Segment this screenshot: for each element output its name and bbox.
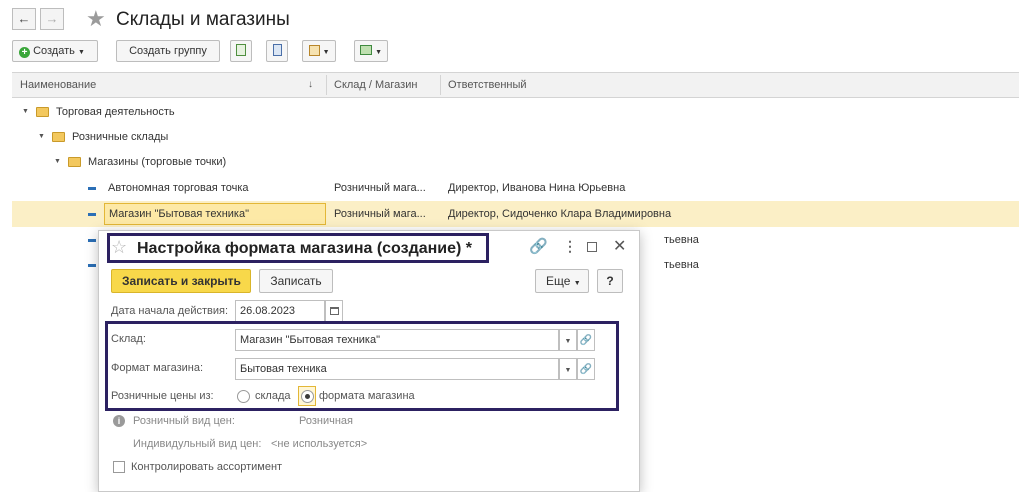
warehouse-label: Склад: bbox=[111, 333, 146, 345]
radio-store-format-label[interactable]: формата магазина bbox=[319, 386, 415, 406]
table-row[interactable]: ▼ Розничные склады bbox=[12, 124, 1019, 150]
maximize-icon[interactable] bbox=[587, 242, 597, 252]
document-list-icon bbox=[272, 44, 282, 56]
expand-triangle-icon[interactable]: ▼ bbox=[22, 99, 29, 125]
copy-button[interactable] bbox=[230, 40, 252, 62]
store-format-label: Формат магазина: bbox=[111, 362, 204, 374]
store-format-field[interactable]: Бытовая техника bbox=[235, 358, 559, 380]
control-assortment-checkbox[interactable] bbox=[113, 461, 125, 473]
folder-icon bbox=[36, 107, 49, 117]
page-title: Склады и магазины bbox=[116, 9, 290, 30]
related-docs-button[interactable]: ▼ bbox=[354, 40, 388, 62]
chevron-down-icon: ▼ bbox=[322, 49, 330, 56]
row-name: Торговая деятельность bbox=[56, 106, 175, 118]
radio-warehouse-label[interactable]: склада bbox=[255, 386, 291, 406]
warehouse-open-button[interactable]: 🔗 bbox=[577, 329, 595, 351]
store-format-dialog: ☆ Настройка формата магазина (создание) … bbox=[98, 230, 640, 492]
open-link-icon: 🔗 bbox=[579, 335, 593, 346]
print-icon bbox=[308, 45, 320, 56]
column-header-warehouse[interactable]: Склад / Магазин bbox=[334, 73, 417, 97]
store-format-dropdown-button[interactable]: ▼ bbox=[559, 358, 577, 380]
save-and-close-button[interactable]: Записать и закрыть bbox=[111, 269, 251, 293]
sort-down-icon[interactable]: ↓ bbox=[308, 73, 313, 97]
chevron-down-icon: ▼ bbox=[573, 280, 581, 287]
row-name: Магазин "Бытовая техника" bbox=[104, 203, 326, 225]
folder-icon bbox=[68, 157, 81, 167]
back-button[interactable]: ← bbox=[12, 8, 36, 30]
create-button[interactable]: + Создать ▼ bbox=[12, 40, 98, 62]
table-row[interactable]: ▼ Торговая деятельность bbox=[12, 99, 1019, 125]
table-row[interactable]: Автономная торговая точка Розничный мага… bbox=[12, 175, 1019, 201]
chevron-down-icon: ▼ bbox=[375, 49, 382, 56]
start-date-label: Дата начала действия: bbox=[111, 305, 229, 317]
table-header: Наименование ↓ Склад / Магазин Ответстве… bbox=[12, 72, 1019, 98]
column-header-name[interactable]: Наименование bbox=[20, 73, 96, 97]
row-name: Автономная торговая точка bbox=[108, 182, 249, 194]
radio-warehouse[interactable] bbox=[237, 390, 250, 403]
warehouse-field[interactable]: Магазин "Бытовая техника" bbox=[235, 329, 559, 351]
row-responsible: Директор, Сидоченко Клара Владимировна bbox=[448, 208, 672, 220]
list-button[interactable] bbox=[266, 40, 288, 62]
individual-price-label: Индивидульный вид цен: bbox=[133, 438, 262, 450]
folder-icon bbox=[52, 132, 65, 142]
start-date-field[interactable]: 26.08.2023 bbox=[235, 300, 325, 322]
item-icon bbox=[88, 264, 96, 267]
warehouse-dropdown-button[interactable]: ▼ bbox=[559, 329, 577, 351]
individual-price-value: <не используется> bbox=[271, 438, 368, 450]
related-documents-icon bbox=[360, 45, 372, 55]
item-icon bbox=[88, 187, 96, 190]
table-row-selected[interactable]: Магазин "Бытовая техника" Розничный мага… bbox=[12, 201, 1019, 227]
create-button-label: Создать bbox=[33, 45, 75, 57]
create-group-button-label: Создать группу bbox=[129, 45, 207, 57]
row-responsible: тьевна bbox=[664, 234, 699, 246]
info-icon: i bbox=[113, 415, 125, 427]
price-type-label: Розничный вид цен: bbox=[133, 415, 235, 427]
create-group-button[interactable]: Создать группу bbox=[116, 40, 220, 62]
close-icon[interactable]: ✕ bbox=[613, 236, 626, 256]
forward-button[interactable]: → bbox=[40, 8, 64, 30]
control-assortment-label[interactable]: Контролировать ассортимент bbox=[131, 457, 282, 477]
favorite-star-icon[interactable]: ★ bbox=[86, 8, 106, 30]
row-warehouse: Розничный мага... bbox=[334, 208, 426, 220]
add-icon: + bbox=[19, 47, 30, 58]
row-name: Магазины (торговые точки) bbox=[88, 156, 227, 168]
store-format-open-button[interactable]: 🔗 bbox=[577, 358, 595, 380]
more-label: Еще bbox=[546, 274, 571, 288]
row-responsible: тьевна bbox=[664, 259, 699, 271]
print-menu-button[interactable]: ▼ bbox=[302, 40, 336, 62]
title-highlight-frame bbox=[107, 233, 489, 263]
row-warehouse: Розничный мага... bbox=[334, 182, 426, 194]
chevron-down-icon: ▼ bbox=[564, 367, 572, 374]
chevron-down-icon: ▼ bbox=[77, 49, 85, 56]
table-row[interactable]: ▼ Магазины (торговые точки) bbox=[12, 149, 1019, 175]
more-menu-button[interactable]: Еще ▼ bbox=[535, 269, 589, 293]
calendar-button[interactable] bbox=[325, 300, 343, 322]
retail-prices-from-label: Розничные цены из: bbox=[111, 390, 214, 402]
row-responsible: Директор, Иванова Нина Юрьевна bbox=[448, 182, 626, 194]
link-icon[interactable]: 🔗 bbox=[529, 237, 548, 255]
save-and-close-label: Записать и закрыть bbox=[122, 274, 241, 288]
help-label: ? bbox=[606, 274, 614, 288]
open-link-icon: 🔗 bbox=[579, 364, 593, 375]
row-name: Розничные склады bbox=[72, 131, 169, 143]
calendar-icon bbox=[329, 307, 339, 315]
save-label: Записать bbox=[270, 274, 322, 288]
chevron-down-icon: ▼ bbox=[564, 338, 572, 345]
save-button[interactable]: Записать bbox=[259, 269, 333, 293]
help-button[interactable]: ? bbox=[597, 269, 623, 293]
expand-triangle-icon[interactable]: ▼ bbox=[54, 149, 61, 175]
radio-store-format[interactable] bbox=[301, 390, 314, 403]
expand-triangle-icon[interactable]: ▼ bbox=[38, 124, 45, 150]
column-header-responsible[interactable]: Ответственный bbox=[448, 73, 527, 97]
price-type-value: Розничная bbox=[299, 415, 353, 427]
copy-icon bbox=[236, 44, 246, 56]
item-icon bbox=[88, 213, 96, 216]
item-icon bbox=[88, 239, 96, 242]
more-actions-icon[interactable]: ⋮ bbox=[563, 238, 577, 255]
